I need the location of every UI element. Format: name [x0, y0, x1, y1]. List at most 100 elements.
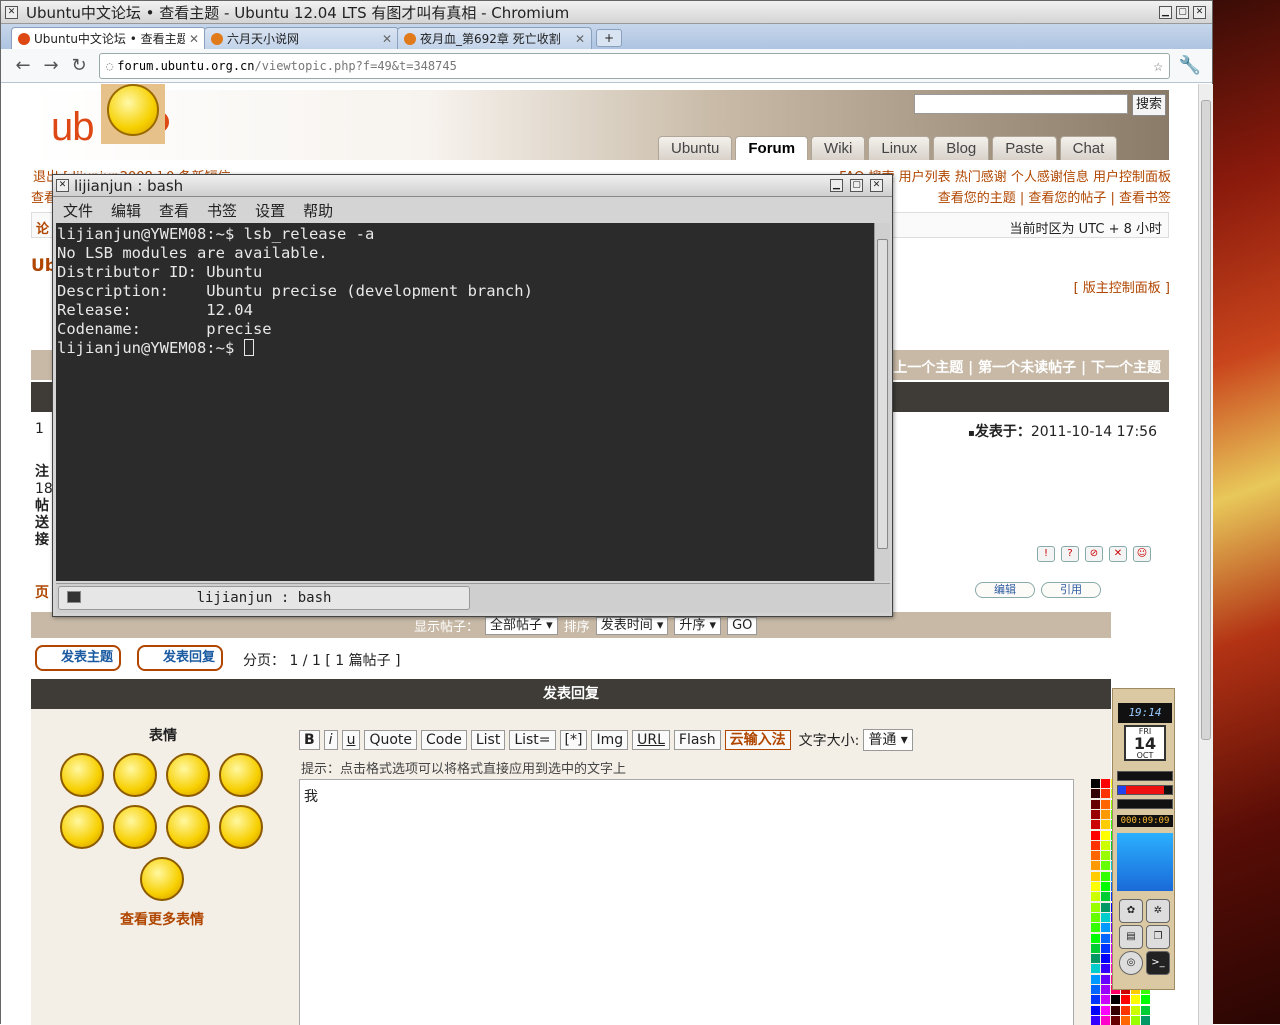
color-swatch[interactable]: [1091, 820, 1100, 830]
go-button[interactable]: GO: [727, 616, 758, 635]
color-swatch[interactable]: [1101, 1005, 1110, 1015]
color-swatch[interactable]: [1091, 1005, 1100, 1015]
color-swatch[interactable]: [1131, 1005, 1140, 1015]
tab-novel-chapter[interactable]: 夜月血_第692章 死亡收割 ✕: [397, 27, 592, 49]
color-swatch[interactable]: [1101, 912, 1110, 922]
color-swatch[interactable]: [1091, 964, 1100, 974]
list-button[interactable]: List: [470, 730, 506, 750]
message-editor[interactable]: 我: [299, 779, 1074, 1025]
emoticon-smirk-icon[interactable]: [166, 753, 210, 797]
minimize-icon[interactable]: ▁: [1159, 5, 1172, 19]
color-swatch[interactable]: [1101, 871, 1110, 881]
cloud-ime-button[interactable]: 云输入法: [724, 730, 791, 750]
reload-icon[interactable]: ↻: [65, 55, 93, 76]
color-swatch[interactable]: [1131, 995, 1140, 1005]
menu-edit[interactable]: 编辑: [111, 200, 141, 221]
back-icon[interactable]: ←: [9, 55, 37, 76]
color-swatch[interactable]: [1101, 995, 1110, 1005]
terminal-output[interactable]: lijianjun@YWEM08:~$ lsb_release -a No LSB…: [56, 223, 874, 581]
order-select[interactable]: 升序 ▾: [674, 616, 722, 635]
color-swatch[interactable]: [1101, 861, 1110, 871]
emoticon-dizzy-icon[interactable]: [140, 857, 184, 901]
color-swatch[interactable]: [1141, 995, 1150, 1005]
bookmark-star-icon[interactable]: ☆: [1153, 56, 1163, 75]
terminal-menu-icon[interactable]: ✕: [56, 179, 69, 192]
sort-by-select[interactable]: 发表时间 ▾: [595, 616, 669, 635]
forward-icon[interactable]: →: [37, 55, 65, 76]
flash-button[interactable]: Flash: [673, 730, 721, 750]
edit-button[interactable]: 编辑: [975, 582, 1035, 598]
color-swatch[interactable]: [1101, 892, 1110, 902]
tab-close-icon[interactable]: ✕: [382, 32, 392, 46]
close-icon[interactable]: ✕: [1193, 5, 1206, 19]
terminal-scrollbar-thumb[interactable]: [877, 239, 888, 549]
emoticon-laugh-cover-icon[interactable]: [219, 753, 263, 797]
color-swatch[interactable]: [1111, 1005, 1120, 1015]
emoticon-shy-icon[interactable]: [219, 805, 263, 849]
emoticon-smile-icon[interactable]: [60, 753, 104, 797]
menu-bookmarks[interactable]: 书签: [207, 200, 237, 221]
quote-button[interactable]: 引用: [1041, 582, 1101, 598]
nav-tab-forum[interactable]: Forum: [735, 136, 809, 160]
thanks-icon[interactable]: ☺: [1133, 546, 1151, 562]
site-search-input[interactable]: [914, 94, 1128, 114]
forum-index-link[interactable]: 论: [36, 218, 49, 237]
emoticon-cry-icon[interactable]: [60, 805, 104, 849]
color-swatch[interactable]: [1101, 851, 1110, 861]
color-swatch[interactable]: [1091, 933, 1100, 943]
tab-ubuntu-forum[interactable]: Ubuntu中文论坛 • 查看主题 ✕: [11, 27, 206, 49]
dock-files-icon[interactable]: ❐: [1146, 925, 1170, 949]
maximize-icon[interactable]: ▢: [1176, 5, 1189, 19]
color-swatch[interactable]: [1101, 882, 1110, 891]
bold-button[interactable]: B: [299, 730, 320, 750]
more-emoticons-link[interactable]: 查看更多表情: [120, 909, 204, 929]
color-swatch[interactable]: [1101, 840, 1110, 850]
color-swatch[interactable]: [1141, 1005, 1150, 1015]
color-swatch[interactable]: [1091, 882, 1100, 891]
new-topic-button[interactable]: 发表主题: [35, 645, 122, 671]
color-swatch[interactable]: [1091, 789, 1100, 799]
terminal-close-icon[interactable]: ✕: [870, 179, 883, 192]
font-size-select[interactable]: 普通 ▾: [863, 729, 913, 751]
reply-button[interactable]: 发表回复: [137, 645, 224, 671]
img-button[interactable]: Img: [591, 730, 629, 750]
topic-nav-links[interactable]: 上一个主题 | 第一个未读帖子 | 下一个主题: [893, 357, 1161, 377]
mod-panel-link[interactable]: [ 版主控制面板 ]: [1074, 277, 1170, 296]
ordered-list-button[interactable]: List=: [509, 730, 556, 750]
menu-settings[interactable]: 设置: [255, 200, 285, 221]
tab-close-icon[interactable]: ✕: [575, 32, 585, 46]
address-bar[interactable]: ◌ forum.ubuntu.org.cn/viewtopic.php?f=49…: [99, 52, 1170, 79]
report-icon[interactable]: !: [1037, 546, 1055, 562]
view-own-links[interactable]: 查看您的主题 | 查看您的帖子 | 查看书签: [938, 187, 1171, 206]
terminal-minimize-icon[interactable]: ▁: [830, 179, 843, 192]
page-top-link[interactable]: 页: [35, 582, 49, 602]
nav-tab-wiki[interactable]: Wiki: [811, 136, 866, 160]
chromium-icon[interactable]: ◎: [1119, 951, 1143, 975]
emoticon-sweat-icon[interactable]: [113, 805, 157, 849]
posts-filter-select[interactable]: 全部帖子 ▾: [485, 616, 558, 635]
scrollbar-thumb[interactable]: [1201, 100, 1211, 740]
color-swatch[interactable]: [1121, 1005, 1130, 1015]
terminal-tab[interactable]: lijianjun : bash: [58, 586, 470, 610]
site-search-button[interactable]: 搜索: [1132, 94, 1166, 116]
color-swatch[interactable]: [1091, 861, 1100, 871]
color-swatch[interactable]: [1101, 943, 1110, 953]
delete-icon[interactable]: ✕: [1109, 546, 1127, 562]
color-swatch[interactable]: [1091, 809, 1100, 819]
warn-icon[interactable]: ⊘: [1085, 546, 1103, 562]
color-swatch[interactable]: [1101, 820, 1110, 830]
info-icon[interactable]: ?: [1061, 546, 1079, 562]
emoticon-tongue-icon[interactable]: [113, 753, 157, 797]
color-swatch[interactable]: [1101, 799, 1110, 809]
color-swatch[interactable]: [1111, 995, 1120, 1005]
menu-file[interactable]: 文件: [63, 200, 93, 221]
terminal-scrollbar[interactable]: [874, 223, 890, 581]
color-swatch[interactable]: [1091, 943, 1100, 953]
color-swatch[interactable]: [1101, 923, 1110, 933]
color-swatch[interactable]: [1091, 902, 1100, 912]
color-swatch[interactable]: [1101, 830, 1110, 840]
color-swatch[interactable]: [1091, 779, 1100, 788]
menu-view[interactable]: 查看: [159, 200, 189, 221]
url-button[interactable]: URL: [632, 730, 670, 750]
nav-tab-blog[interactable]: Blog: [933, 136, 990, 160]
